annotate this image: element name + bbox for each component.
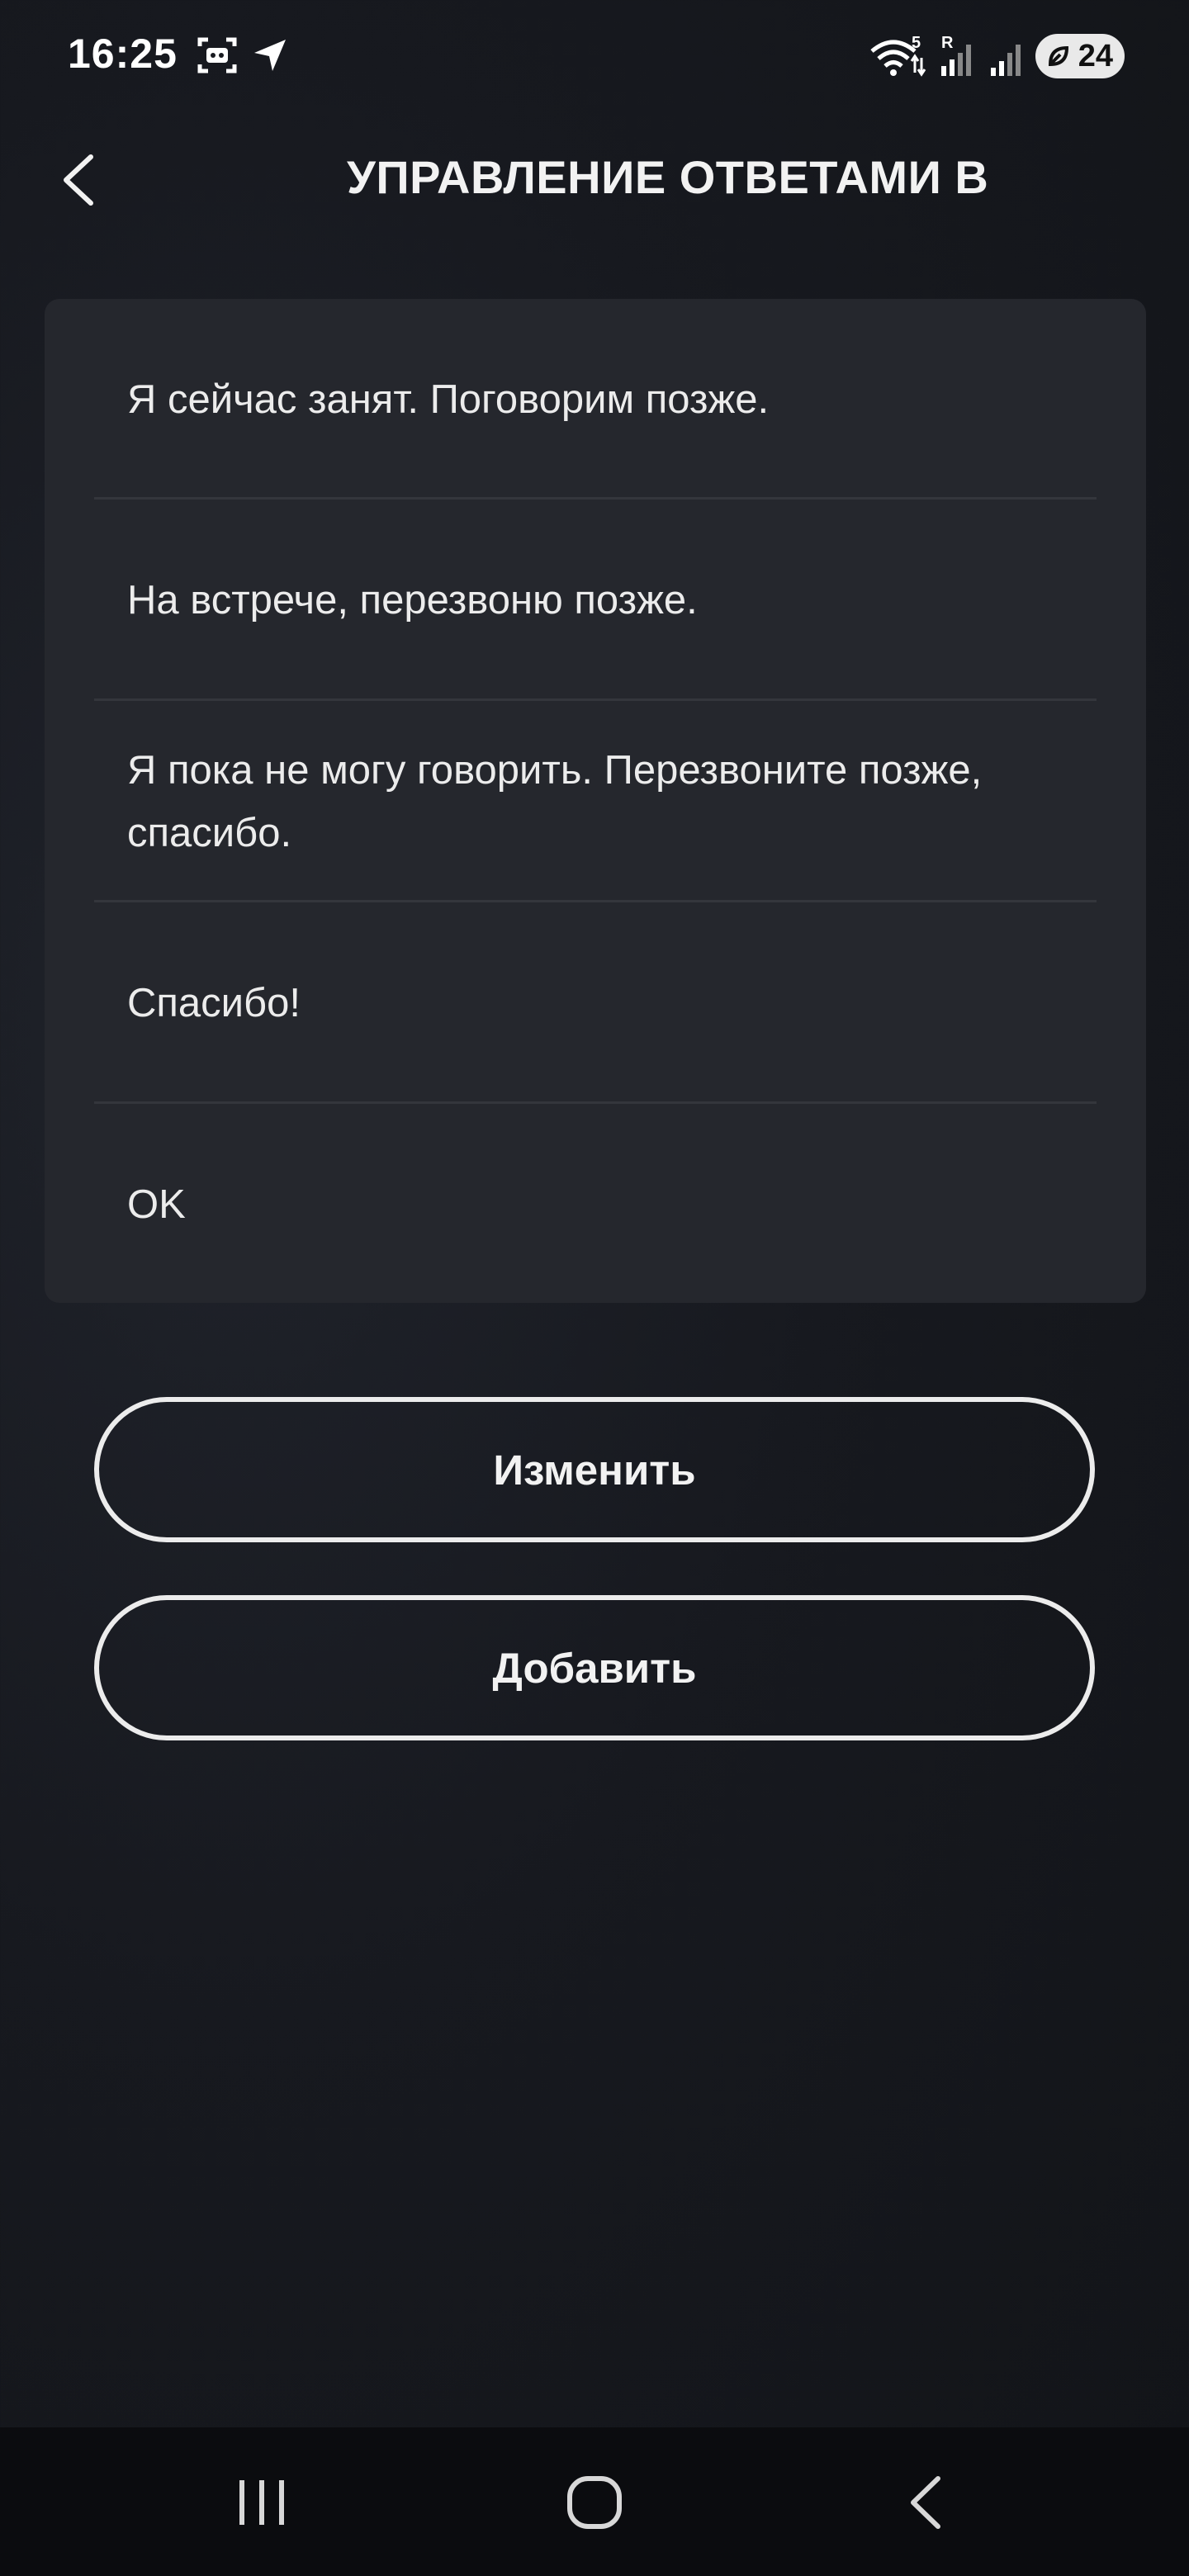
system-nav-bar (0, 2427, 1189, 2576)
reply-text: Спасибо! (127, 980, 301, 1025)
navigation-arrow-icon (254, 40, 286, 71)
reply-text: На встрече, перезвоню позже. (127, 577, 698, 623)
system-back-button[interactable] (844, 2427, 1009, 2576)
screen-record-icon (197, 37, 237, 73)
back-button[interactable] (53, 145, 106, 215)
roaming-label: R (941, 34, 954, 52)
recent-apps-button[interactable] (178, 2427, 343, 2576)
signal-icon (991, 45, 1021, 76)
home-icon (567, 2476, 622, 2529)
reply-item[interactable]: Я пока не могу говорить. Перезвоните поз… (45, 701, 1146, 902)
edit-button[interactable]: Изменить (94, 1397, 1095, 1542)
reply-item[interactable]: OK (45, 1104, 1146, 1305)
signal-icon: R (941, 34, 971, 76)
reply-item[interactable]: На встрече, перезвоню позже. (45, 500, 1146, 700)
home-button[interactable] (512, 2427, 677, 2576)
battery-saver-icon (1048, 45, 1069, 67)
back-icon (911, 2476, 940, 2529)
reply-text: Я пока не могу говорить. Перезвоните поз… (127, 747, 983, 855)
reply-text: OK (127, 1181, 186, 1227)
battery-indicator: 24 (1035, 34, 1125, 78)
recent-apps-icon (239, 2480, 284, 2525)
status-bar: 16:25 5 R 24 (0, 0, 1189, 112)
status-right-group: 5 R 24 (869, 31, 1125, 81)
reply-text: Я сейчас занят. Поговорим позже. (127, 376, 770, 422)
battery-level: 24 (1078, 38, 1113, 73)
network-label: 5 (912, 34, 921, 52)
add-button[interactable]: Добавить (94, 1595, 1095, 1740)
wifi-icon: 5 (870, 34, 926, 77)
chevron-left-icon (64, 154, 93, 206)
status-time: 16:25 (68, 31, 178, 77)
quick-replies-list: Я сейчас занят. Поговорим позже. На встр… (45, 299, 1146, 1303)
reply-item[interactable]: Я сейчас занят. Поговорим позже. (45, 299, 1146, 500)
reply-item[interactable]: Спасибо! (45, 902, 1146, 1103)
page-title: УПРАВЛЕНИЕ ОТВЕТАМИ В (347, 151, 989, 203)
